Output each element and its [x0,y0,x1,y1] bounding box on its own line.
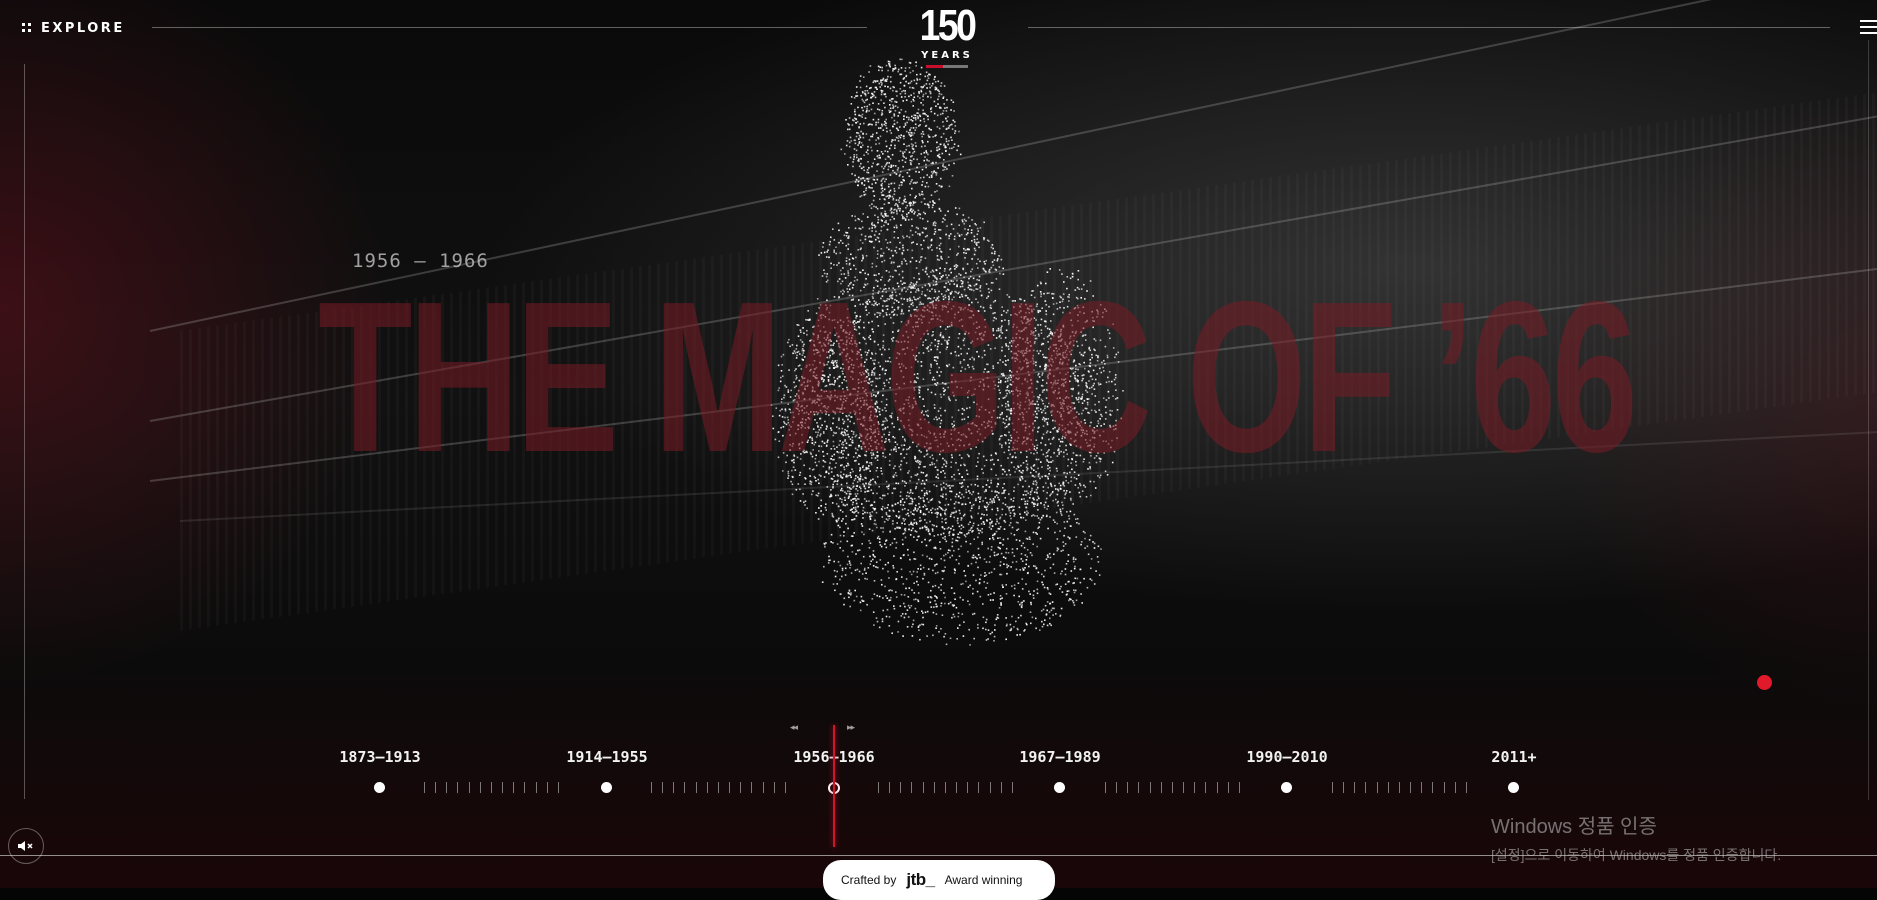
era-label: 1873–1913 [339,748,421,766]
timeline-era[interactable]: 1967–1989 [990,720,1130,793]
era-label: 2011+ [1491,748,1537,766]
agency-logo: jtb_ [906,870,935,889]
topbar-divider [152,27,867,28]
timeline-playhead[interactable] [833,725,835,847]
logo-years: YEARS [921,50,973,61]
era-label: 1914–1955 [566,748,648,766]
timeline-ticks [1332,782,1467,793]
speaker-muted-icon [18,841,33,851]
era-dot [1508,782,1519,793]
timeline-ticks [424,782,559,793]
windows-activation-watermark: Windows 정품 인증 [설정]으로 이동하여 Windows를 정품 인증… [1491,810,1781,865]
era-headline: THE MAGIC OF ’66 [318,256,1638,497]
era-dot [1281,782,1292,793]
era-dot [1054,782,1065,793]
explore-button[interactable]: EXPLORE [22,18,125,38]
frame-line [24,64,25,799]
watermark-title: Windows 정품 인증 [1491,816,1657,838]
award-label: Award winning [944,873,1023,887]
150-years-logo[interactable]: 150 YEARS [912,4,982,80]
timeline-ticks [1105,782,1240,793]
era-timeline: 1873–1913 1914–1955 1956–1966 1967–1989 … [300,720,1600,850]
timeline-era[interactable]: 2011+ [1444,720,1584,793]
era-dot [374,782,385,793]
hotspot-dot[interactable] [1757,675,1772,690]
timeline-era[interactable]: 1914–1955 [537,720,677,793]
topbar-divider [1028,27,1830,28]
era-dot [601,782,612,793]
watermark-subtitle: [설정]으로 이동하여 Windows를 정품 인증합니다. [1491,847,1782,863]
timeline-ticks [651,782,786,793]
logo-number: 150 [919,1,977,50]
crafted-by-badge[interactable]: Crafted by jtb_ Award winning [823,860,1055,900]
timeline-era[interactable]: 1873–1913 [310,720,450,793]
timeline-era[interactable]: 1990–2010 [1217,720,1357,793]
mute-toggle-button[interactable] [8,828,44,864]
logo-underline [926,65,968,68]
hamburger-menu-icon[interactable] [1860,20,1877,36]
timeline-ticks [878,782,1013,793]
grid-icon [22,23,32,33]
era-label: 1967–1989 [1019,748,1101,766]
explore-label: EXPLORE [41,20,125,36]
era-range-label: 1956 – 1966 [352,250,489,272]
era-label: 1990–2010 [1246,748,1328,766]
crafted-by-label: Crafted by [841,873,897,887]
frame-line [1868,40,1869,800]
